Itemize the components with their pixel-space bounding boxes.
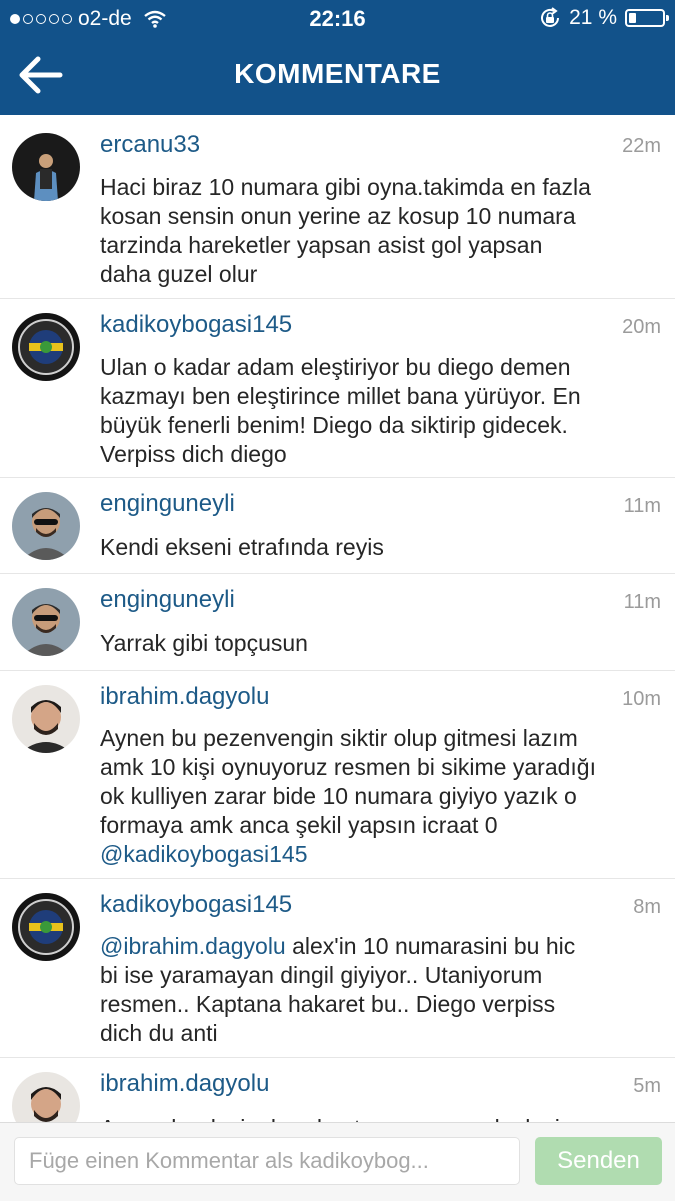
comment-text: @ibrahim.dagyolu alex'in 10 numarasini b… bbox=[100, 933, 576, 1046]
comment-item: ercanu33 22m Haci biraz 10 numara gibi o… bbox=[0, 115, 675, 299]
comment-composer: Füge einen Kommentar als kadikoybog... S… bbox=[0, 1122, 675, 1201]
comment-item: enginguneyli 11m Kendi ekseni etrafında … bbox=[0, 478, 675, 574]
comment-text: Yarrak gibi topçusun bbox=[100, 630, 308, 656]
comment-item: kadikoybogasi145 20m Ulan o kadar adam e… bbox=[0, 299, 675, 478]
comment-username[interactable]: ibrahim.dagyolu bbox=[100, 683, 269, 711]
battery-icon bbox=[625, 9, 669, 27]
comment-username[interactable]: kadikoybogasi145 bbox=[100, 891, 292, 919]
comment-time: 5m bbox=[633, 1075, 661, 1097]
comment-text: Aynen kardesim bende utanıyorum amk alex… bbox=[100, 1114, 660, 1122]
comment-time: 11m bbox=[623, 495, 661, 517]
avatar[interactable] bbox=[12, 685, 80, 753]
mention-link[interactable]: @kadikoybogasi145 bbox=[100, 840, 660, 869]
avatar[interactable] bbox=[12, 1072, 80, 1122]
comment-time: 11m bbox=[623, 591, 661, 613]
comment-item: kadikoybogasi145 8m @ibrahim.dagyolu ale… bbox=[0, 879, 675, 1058]
comment-time: 20m bbox=[622, 316, 661, 338]
comment-username[interactable]: ercanu33 bbox=[100, 131, 200, 159]
comment-text: Ulan o kadar adam eleştiriyor bu diego d… bbox=[100, 354, 581, 467]
comment-item: enginguneyli 11m Yarrak gibi topçusun bbox=[0, 574, 675, 671]
comment-item: ibrahim.dagyolu 5m Aynen kardesim bende … bbox=[0, 1058, 675, 1122]
comment-time: 10m bbox=[622, 688, 661, 710]
avatar[interactable] bbox=[12, 588, 80, 656]
comment-text: Kendi ekseni etrafında reyis bbox=[100, 534, 384, 560]
comment-time: 22m bbox=[622, 135, 661, 157]
rotation-lock-icon bbox=[541, 7, 560, 27]
avatar[interactable] bbox=[12, 133, 80, 201]
avatar[interactable] bbox=[12, 492, 80, 560]
comment-text: Haci biraz 10 numara gibi oyna.takimda e… bbox=[100, 174, 591, 287]
battery-percent: 21 % bbox=[569, 6, 617, 29]
comment-username[interactable]: enginguneyli bbox=[100, 490, 235, 518]
comment-list[interactable]: ercanu33 22m Haci biraz 10 numara gibi o… bbox=[0, 115, 675, 1122]
mention-link[interactable]: @ibrahim.dagyolu bbox=[100, 933, 286, 959]
comment-username[interactable]: ibrahim.dagyolu bbox=[100, 1070, 269, 1098]
status-bar: o2-de 22:16 21 % bbox=[0, 0, 675, 38]
comment-item: ibrahim.dagyolu 10m Aynen bu pezenvengin… bbox=[0, 671, 675, 879]
comment-time: 8m bbox=[633, 896, 661, 918]
page-title: KOMMENTARE bbox=[234, 58, 441, 89]
avatar[interactable] bbox=[12, 893, 80, 961]
battery-level bbox=[629, 13, 636, 23]
comment-text: Aynen bu pezenvengin siktir olup gitmesi… bbox=[100, 724, 660, 869]
avatar[interactable] bbox=[12, 313, 80, 381]
status-right: 21 % bbox=[539, 6, 669, 30]
top-bar: o2-de 22:16 21 % KOMMENTARE bbox=[0, 0, 675, 115]
send-button[interactable]: Senden bbox=[535, 1137, 662, 1185]
comment-username[interactable]: enginguneyli bbox=[100, 586, 235, 614]
comment-username[interactable]: kadikoybogasi145 bbox=[100, 311, 292, 339]
comment-input[interactable]: Füge einen Kommentar als kadikoybog... bbox=[14, 1137, 520, 1185]
